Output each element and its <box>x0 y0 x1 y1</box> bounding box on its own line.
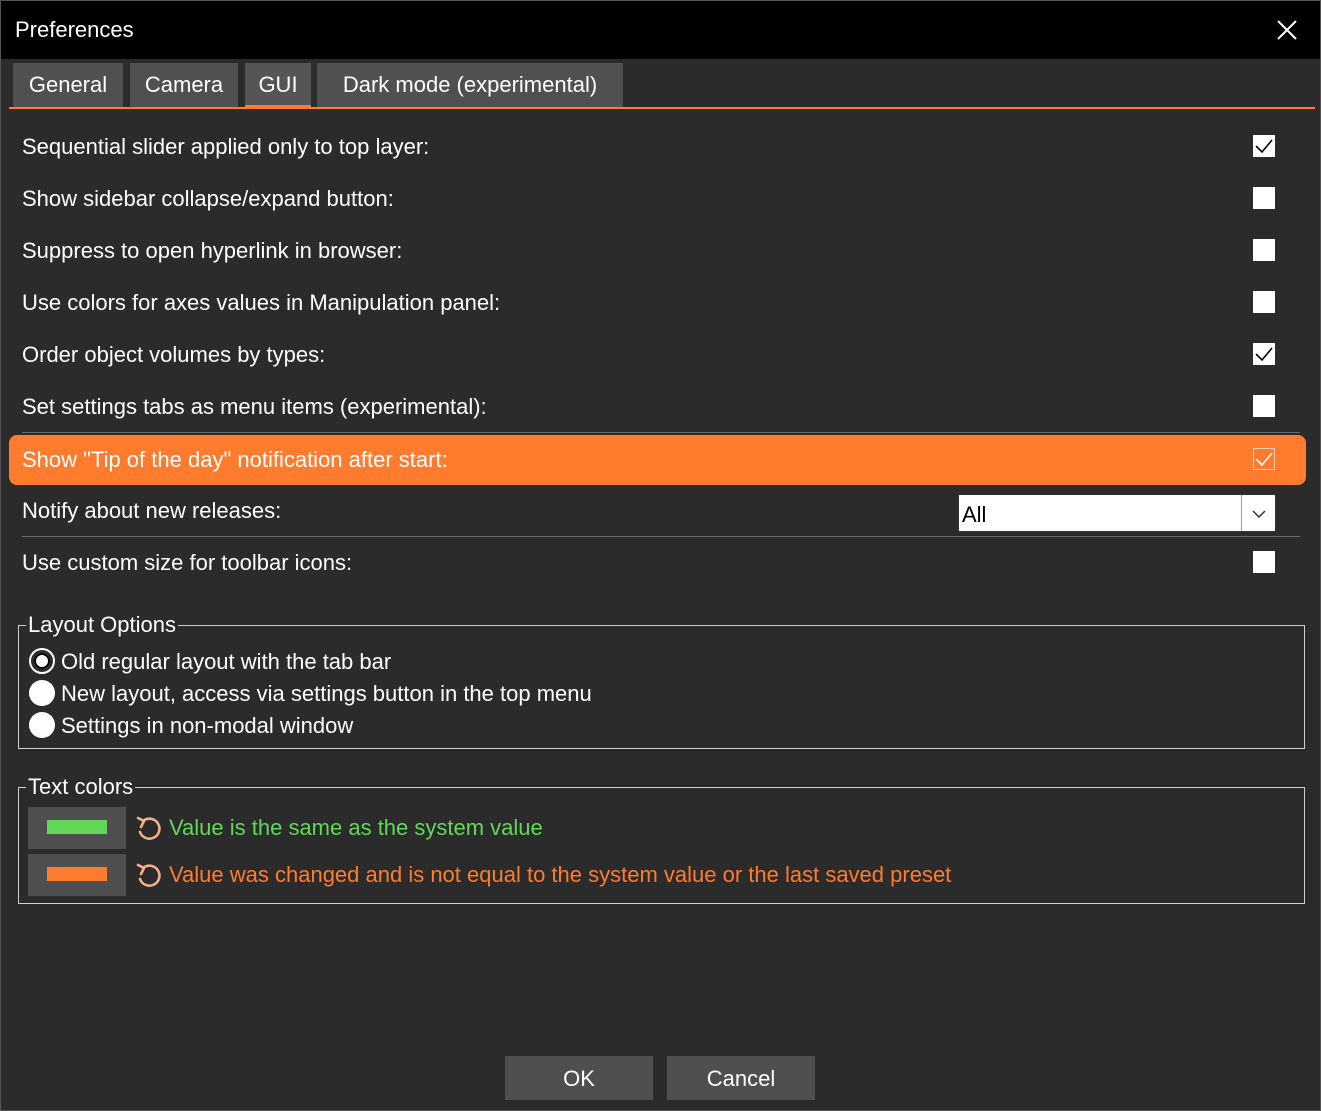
setting-label: Notify about new releases: <box>22 498 282 523</box>
radio-button[interactable] <box>29 680 55 706</box>
radio-button[interactable] <box>29 648 55 674</box>
changed-value-color-button[interactable] <box>28 854 126 896</box>
system-value-label: Value is the same as the system value <box>169 815 543 840</box>
dropdown-arrow[interactable] <box>1241 495 1275 531</box>
sidebar-collapse-checkbox[interactable] <box>1253 187 1275 209</box>
undo-arrow-icon[interactable] <box>134 861 162 889</box>
window-title: Preferences <box>15 17 134 42</box>
checkmark-icon <box>1255 139 1273 154</box>
color-swatch <box>47 820 107 834</box>
setting-order-volumes: Order object volumes by types: <box>9 330 1306 380</box>
close-button[interactable] <box>1264 9 1308 53</box>
setting-axes-colors: Use colors for axes values in Manipulati… <box>9 278 1306 328</box>
suppress-hyperlink-checkbox[interactable] <box>1253 239 1275 261</box>
setting-label: Show "Tip of the day" notification after… <box>22 447 448 472</box>
undo-arrow-icon[interactable] <box>134 814 162 842</box>
custom-icon-size-checkbox[interactable] <box>1253 551 1275 573</box>
axes-colors-checkbox[interactable] <box>1253 291 1275 313</box>
radio-label: Old regular layout with the tab bar <box>61 649 392 674</box>
select-value: All <box>962 502 987 527</box>
order-volumes-checkbox[interactable] <box>1253 343 1275 365</box>
setting-label: Order object volumes by types: <box>22 342 326 367</box>
radio-button[interactable] <box>29 712 55 738</box>
cancel-button[interactable]: Cancel <box>667 1056 815 1100</box>
ok-button[interactable]: OK <box>505 1056 653 1100</box>
tab-general[interactable]: General <box>13 63 123 108</box>
text-colors-group: Text colors Value is the same as the sys… <box>18 774 1305 904</box>
tabs-as-menu-checkbox[interactable] <box>1253 395 1275 417</box>
setting-notify-releases: Notify about new releases: All <box>9 486 1306 536</box>
layout-options-group: Layout Options Old regular layout with t… <box>18 612 1305 749</box>
tab-camera[interactable]: Camera <box>130 63 238 108</box>
setting-tip-of-the-day: Show "Tip of the day" notification after… <box>9 435 1306 485</box>
system-value-color-button[interactable] <box>28 807 126 849</box>
color-swatch <box>47 867 107 881</box>
title-bar: Preferences <box>1 1 1320 59</box>
setting-sidebar-collapse: Show sidebar collapse/expand button: <box>9 174 1306 224</box>
notify-releases-select[interactable]: All <box>958 494 1276 532</box>
setting-custom-icon-size: Use custom size for toolbar icons: <box>9 538 1306 588</box>
setting-label: Use custom size for toolbar icons: <box>22 550 353 575</box>
tip-of-the-day-checkbox[interactable] <box>1253 448 1275 470</box>
setting-label: Set settings tabs as menu items (experim… <box>22 394 487 419</box>
changed-value-label: Value was changed and is not equal to th… <box>169 862 952 887</box>
setting-sequential-slider: Sequential slider applied only to top la… <box>9 122 1306 172</box>
layout-options-title: Layout Options <box>26 612 178 638</box>
setting-suppress-hyperlink: Suppress to open hyperlink in browser: <box>9 226 1306 276</box>
tab-gui[interactable]: GUI <box>245 63 311 108</box>
setting-label: Show sidebar collapse/expand button: <box>22 186 394 211</box>
preferences-window: Preferences General Camera GUI Dark mode… <box>0 0 1321 1111</box>
setting-label: Suppress to open hyperlink in browser: <box>22 238 403 263</box>
setting-tabs-as-menu: Set settings tabs as menu items (experim… <box>9 382 1306 432</box>
sequential-slider-checkbox[interactable] <box>1253 135 1275 157</box>
row-separator <box>22 432 1300 433</box>
checkmark-icon <box>1255 347 1273 362</box>
close-icon <box>1277 20 1297 40</box>
chevron-down-icon <box>1252 510 1266 519</box>
checkmark-icon <box>1253 448 1275 470</box>
tab-underline <box>9 107 1315 109</box>
text-colors-title: Text colors <box>26 774 136 800</box>
radio-label: Settings in non-modal window <box>61 713 354 738</box>
row-separator <box>22 536 1300 537</box>
setting-label: Use colors for axes values in Manipulati… <box>22 290 501 315</box>
radio-label: New layout, access via settings button i… <box>61 681 592 706</box>
setting-label: Sequential slider applied only to top la… <box>22 134 430 159</box>
tab-dark-mode[interactable]: Dark mode (experimental) <box>317 63 623 108</box>
